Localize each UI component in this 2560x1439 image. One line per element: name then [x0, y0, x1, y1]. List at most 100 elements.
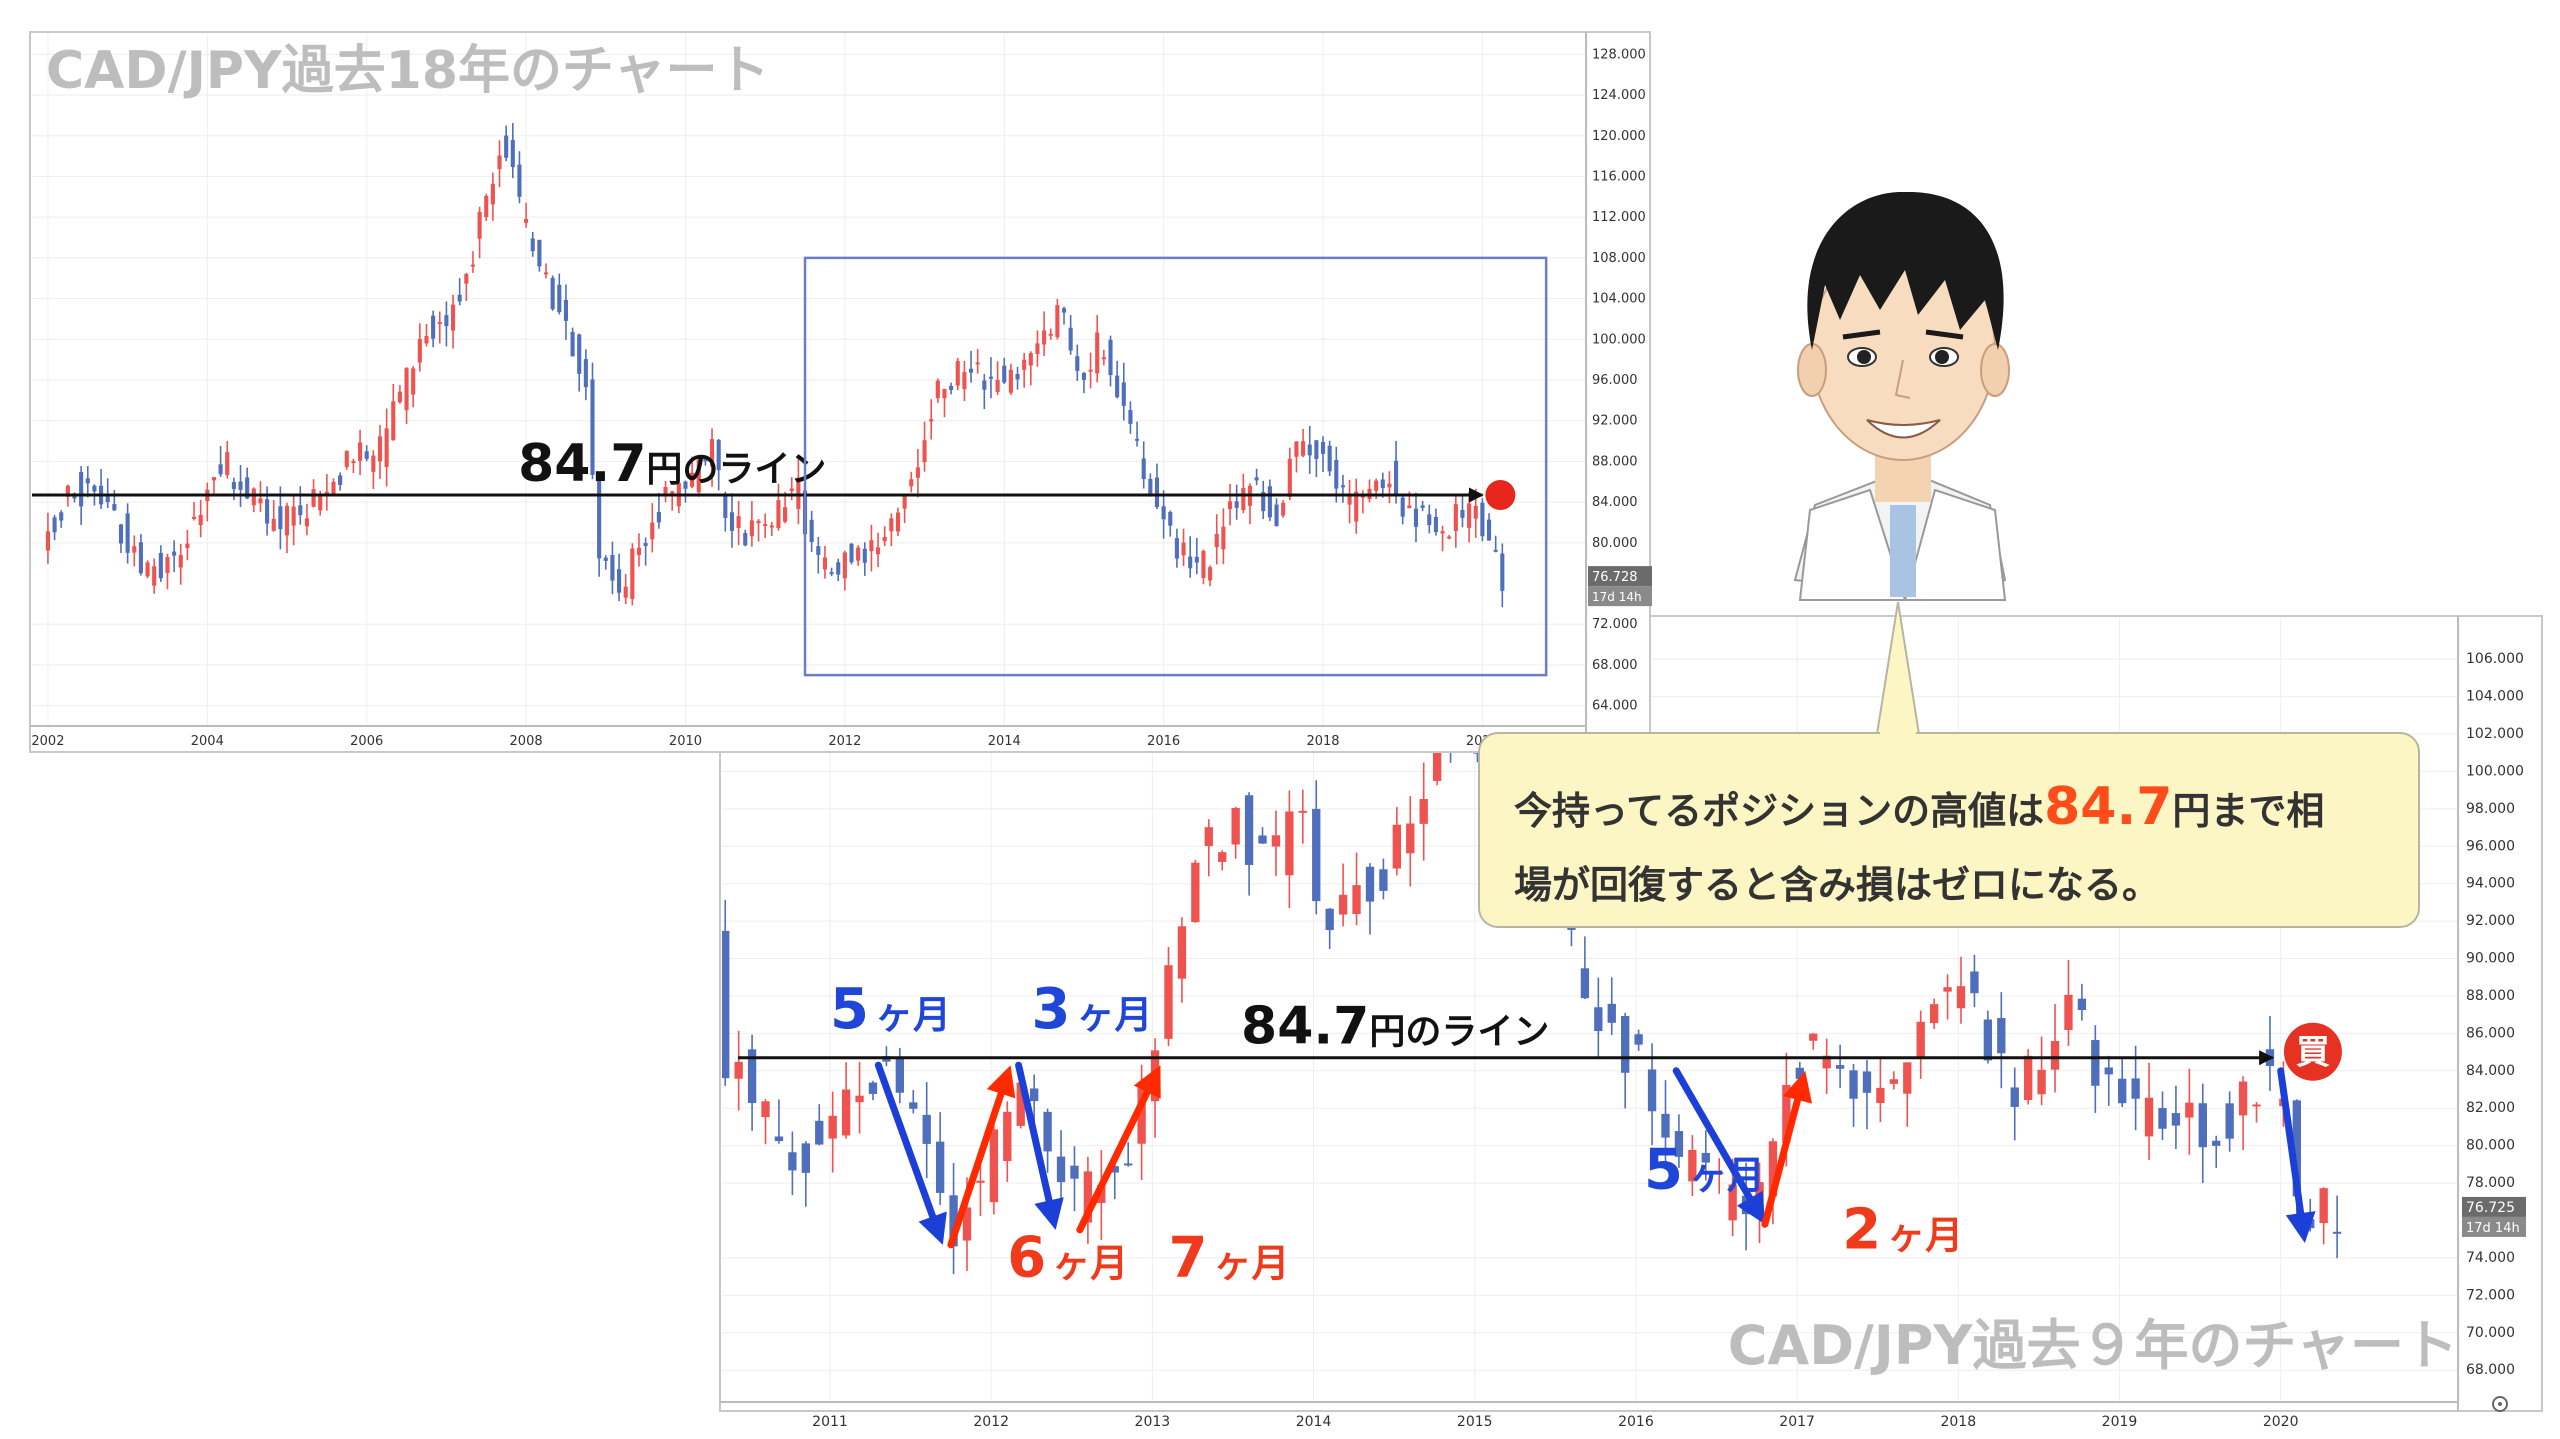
candle-body [1340, 485, 1345, 488]
candle-body [610, 554, 615, 581]
candle-body [975, 362, 980, 365]
x-tick-label: 2019 [2102, 1414, 2138, 1430]
candle-body [1903, 1062, 1912, 1094]
candle-body [1244, 795, 1254, 865]
candle-body [729, 512, 735, 531]
candle-body [570, 331, 575, 357]
candle-body [603, 557, 608, 561]
candle-body [583, 359, 588, 388]
candle-body [895, 512, 901, 532]
candle-body [1201, 550, 1206, 579]
y-tick-label: 70.000 [2466, 1325, 2515, 1341]
candle-body [1621, 1015, 1630, 1073]
candle-body [1473, 505, 1478, 519]
candle-body [1048, 333, 1053, 336]
y-tick-label: 88.000 [1592, 454, 1638, 469]
candle-body [145, 562, 150, 577]
candle-body [1334, 460, 1339, 489]
candle-body [1241, 488, 1246, 511]
candle-body [543, 272, 549, 275]
level-marker-dot [1485, 479, 1516, 510]
candle-body [251, 488, 256, 506]
chart-canvas: 106.000 104.000 102.000 100.000 98.000 96.000… [29, 31, 2543, 1430]
y-tick-label: 104.000 [2466, 689, 2524, 705]
candle-body [1254, 477, 1259, 481]
candle-body [1234, 501, 1239, 508]
candle-body [358, 442, 363, 461]
candle-body [995, 379, 1000, 392]
candle-body [776, 500, 781, 529]
speech-bubble-text: 今持ってるポジションの高値は84.7円まで相 場が回復すると含み損はゼロになる。 [1514, 770, 2386, 922]
candle-body [2319, 1188, 2328, 1224]
candle-body [1191, 862, 1200, 923]
candle-body [550, 277, 555, 310]
candle-body [988, 376, 994, 379]
candle-body [1274, 504, 1279, 527]
candle-body [1406, 823, 1415, 854]
x-tick-label: 2014 [988, 734, 1021, 749]
candle-body [470, 264, 476, 267]
candle-body [1467, 503, 1472, 528]
x-tick-label: 2020 [2263, 1414, 2299, 1430]
candle-body [828, 1115, 837, 1139]
stage: 106.000 104.000 102.000 100.000 98.000 96.000… [0, 0, 2560, 1435]
candle-body [1352, 885, 1361, 914]
candle-body [258, 498, 263, 504]
candle-body [1287, 458, 1292, 497]
candle-body [1095, 332, 1100, 374]
y-tick-label: 116.000 [1592, 169, 1646, 184]
candle-body [968, 368, 974, 373]
candle-body [1374, 480, 1379, 491]
candle-body [856, 547, 861, 561]
candle-body [504, 135, 509, 158]
candle-body [2064, 994, 2073, 1031]
candle-body [1002, 365, 1007, 383]
candle-body [1204, 827, 1213, 846]
candle-body [1835, 1065, 1845, 1069]
candle-body [79, 472, 84, 507]
callout-line1-a: 今持ってるポジションの高値は [1514, 789, 2045, 833]
candle-body [749, 520, 754, 537]
candle-body [1214, 533, 1219, 548]
candle-body [1929, 1004, 1939, 1024]
candle-body [2091, 1040, 2100, 1086]
candle-body [822, 557, 827, 570]
x-tick-label: 2004 [191, 734, 224, 749]
candle-body [331, 481, 336, 494]
callout-line2: 場が回復すると含み損はゼロになる。 [1514, 863, 2161, 907]
x-tick-label: 2015 [1457, 1414, 1493, 1430]
candle-body [524, 218, 529, 223]
candle-body [2171, 1113, 2181, 1126]
candle-body [982, 380, 987, 390]
candle-body [298, 505, 303, 516]
candle-body [976, 1180, 985, 1183]
candle-body [1970, 971, 1979, 994]
y-tick-label: 98.000 [2466, 801, 2515, 817]
candle-body [1298, 810, 1307, 813]
candle-body [783, 507, 788, 522]
candle-body [816, 546, 821, 555]
candle-body [1407, 505, 1412, 509]
candle-body [85, 478, 90, 484]
candle-body [1661, 1113, 1670, 1138]
candle-body [377, 436, 383, 462]
candle-body [723, 495, 728, 518]
candle-body [623, 586, 628, 598]
candle-body [158, 552, 163, 579]
chart-eighteen-year: 128.000 124.000 120.000 116.000 112.000 108.0… [29, 31, 1652, 753]
y-tick-label: 102.000 [2466, 726, 2524, 742]
candle-body [2144, 1097, 2154, 1137]
candle-body [1161, 506, 1166, 520]
candle-body [1413, 508, 1419, 527]
candle-body [989, 1129, 999, 1203]
candle-body [1115, 375, 1120, 398]
candle-body [761, 1101, 770, 1118]
candle-body [788, 1152, 797, 1171]
candle-body [1008, 369, 1013, 393]
candle-body [1314, 440, 1319, 459]
candle-body [882, 536, 887, 542]
candle-body [563, 299, 568, 321]
candle-body [464, 273, 469, 284]
candle-body [557, 284, 562, 313]
candle-body [271, 518, 276, 531]
